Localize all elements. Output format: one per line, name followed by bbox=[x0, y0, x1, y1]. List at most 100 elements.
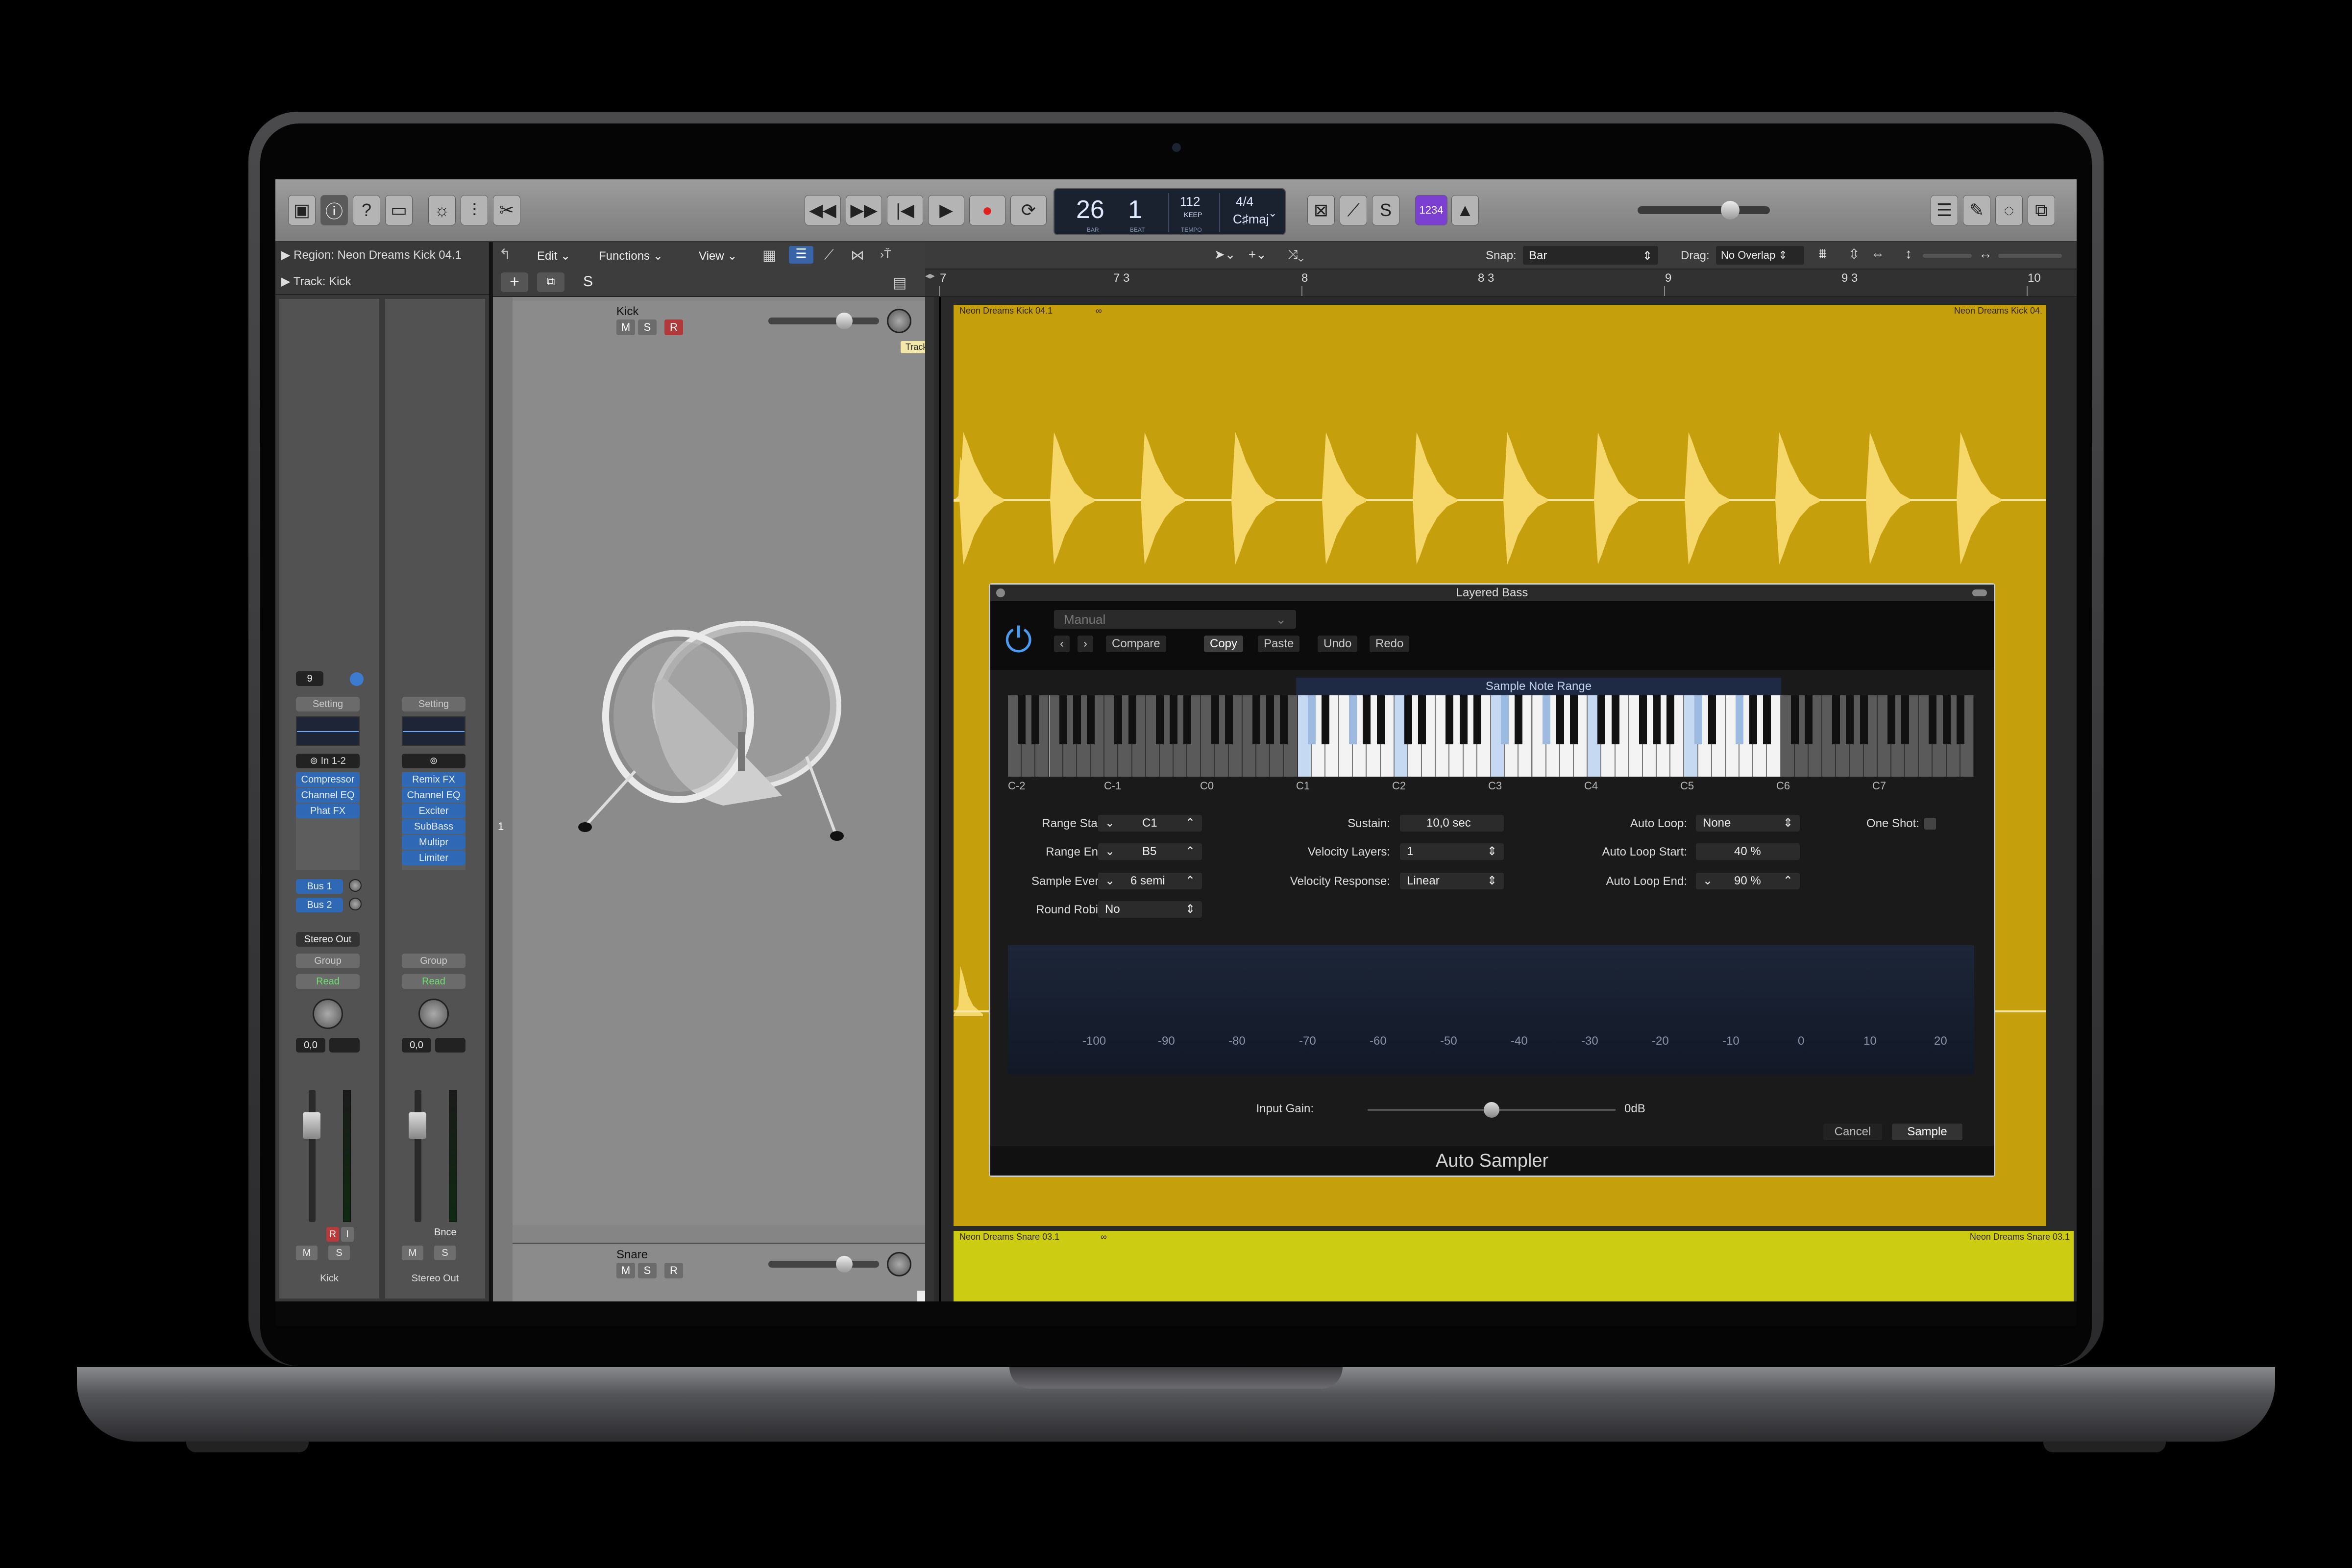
auto-loop-start-field[interactable]: 40 % bbox=[1696, 843, 1800, 860]
plugin-title-bar[interactable]: Layered Bass bbox=[990, 585, 1994, 601]
tuner-icon[interactable]: ⟋ bbox=[1340, 195, 1367, 225]
input-gain-thumb[interactable] bbox=[1484, 1102, 1499, 1118]
plugin-channel-eq[interactable]: Channel EQ bbox=[402, 788, 466, 803]
snap-tool-icon[interactable]: ⤨⌄ bbox=[1288, 247, 1304, 263]
black-key[interactable] bbox=[1321, 695, 1329, 744]
automation-mode[interactable]: Read bbox=[296, 974, 360, 989]
velocity-response-select[interactable]: Linear ⇕ bbox=[1400, 873, 1504, 889]
master-volume-thumb[interactable] bbox=[1721, 201, 1740, 220]
plugin-subbass[interactable]: SubBass bbox=[402, 819, 466, 834]
black-key[interactable] bbox=[1418, 695, 1426, 744]
loop-browser-icon[interactable]: ◌ bbox=[1995, 195, 2023, 225]
group-slot[interactable]: Group bbox=[402, 954, 466, 968]
black-key[interactable] bbox=[1846, 695, 1854, 744]
black-key[interactable] bbox=[1639, 695, 1647, 744]
black-key[interactable] bbox=[1114, 695, 1123, 744]
calendar-icon[interactable]: ▤ bbox=[893, 274, 906, 292]
horizontal-fit-icon[interactable]: ⇔ bbox=[1871, 246, 1885, 262]
quick-help-icon[interactable]: ? bbox=[353, 195, 380, 225]
black-key[interactable] bbox=[1128, 695, 1136, 744]
black-key[interactable] bbox=[1087, 695, 1095, 744]
link-window-icon[interactable] bbox=[1972, 589, 1987, 596]
preset-menu[interactable]: Manual ⌄ bbox=[1054, 610, 1296, 629]
black-key[interactable] bbox=[1211, 695, 1219, 744]
black-key[interactable] bbox=[1749, 695, 1758, 744]
input-monitor-button[interactable]: I bbox=[341, 1227, 354, 1242]
vertical-zoom-slider-icon[interactable]: ↕ bbox=[1905, 246, 1912, 262]
black-key[interactable] bbox=[1376, 695, 1385, 744]
master-volume-slider[interactable] bbox=[1638, 206, 1770, 214]
audio-region-snare[interactable]: Neon Dreams Snare 03.1 ∞ Neon Dreams Sna… bbox=[954, 1231, 2074, 1304]
volume-fader-cap[interactable] bbox=[409, 1112, 426, 1139]
black-key[interactable] bbox=[1459, 695, 1468, 744]
track-volume-slider[interactable] bbox=[768, 318, 879, 324]
black-key[interactable] bbox=[1708, 695, 1716, 744]
grid-view-icon[interactable]: ▦ bbox=[762, 247, 776, 264]
playhead[interactable] bbox=[939, 297, 941, 1301]
plugin-channel-eq[interactable]: Channel EQ bbox=[296, 788, 360, 803]
black-key[interactable] bbox=[1170, 695, 1178, 744]
track-solo-button[interactable]: S bbox=[638, 1263, 657, 1278]
compare-button[interactable]: Compare bbox=[1106, 636, 1166, 652]
mute-button[interactable]: M bbox=[296, 1246, 318, 1260]
cycle-icon[interactable]: ⟳ bbox=[1010, 195, 1047, 225]
setting-button[interactable]: Setting bbox=[296, 697, 360, 711]
black-key[interactable] bbox=[1307, 695, 1316, 744]
redo-button[interactable]: Redo bbox=[1370, 636, 1410, 652]
count-in-button[interactable]: 1234 bbox=[1415, 195, 1447, 225]
eq-thumbnail[interactable] bbox=[296, 716, 360, 746]
solo-button[interactable]: S bbox=[434, 1246, 456, 1260]
setting-button[interactable]: Setting bbox=[402, 697, 466, 711]
toolbar-icon[interactable]: ▭ bbox=[385, 195, 413, 225]
mixer-icon[interactable]: ⫶ bbox=[461, 195, 488, 225]
copy-button[interactable]: Copy bbox=[1204, 636, 1244, 652]
go-to-beginning-icon[interactable]: |◀ bbox=[887, 195, 923, 225]
add-track-button[interactable]: + bbox=[501, 272, 528, 292]
black-key[interactable] bbox=[1901, 695, 1910, 744]
track-pan-knob[interactable] bbox=[887, 309, 911, 333]
horizontal-zoom-icon[interactable]: ↔ bbox=[1979, 246, 1992, 262]
black-key[interactable] bbox=[1942, 695, 1951, 744]
solo-all-button[interactable]: S bbox=[574, 272, 602, 292]
replace-icon[interactable]: ⊠ bbox=[1307, 195, 1335, 225]
sample-note-range-bar[interactable]: Sample Note Range bbox=[1296, 678, 1781, 695]
duplicate-track-icon[interactable]: ⧉ bbox=[537, 272, 564, 292]
track-pan-knob[interactable] bbox=[887, 1252, 911, 1276]
metronome-icon[interactable]: ▲ bbox=[1451, 195, 1479, 225]
track-inspector-header[interactable]: ▶ Track: Kick bbox=[281, 274, 351, 289]
close-window-icon[interactable] bbox=[996, 588, 1005, 597]
black-key[interactable] bbox=[1929, 695, 1937, 744]
library-icon[interactable]: ▣ bbox=[288, 195, 316, 225]
edit-menu[interactable]: Edit ⌄ bbox=[537, 249, 570, 263]
input-slot[interactable]: ⊚ In 1-2 bbox=[296, 754, 360, 768]
track-mute-button[interactable]: M bbox=[616, 1263, 635, 1278]
black-key[interactable] bbox=[1349, 695, 1357, 744]
black-key[interactable] bbox=[1059, 695, 1067, 744]
black-key[interactable] bbox=[1694, 695, 1702, 744]
black-key[interactable] bbox=[1887, 695, 1895, 744]
bounce-button[interactable]: Bnce bbox=[434, 1227, 457, 1238]
link-icon[interactable]: ⊚ bbox=[402, 754, 466, 768]
smart-controls-icon[interactable]: ☼ bbox=[428, 195, 456, 225]
flex-icon[interactable]: ⋈ bbox=[851, 247, 864, 263]
region-inspector-header[interactable]: ▶ Region: Neon Dreams Kick 04.1 bbox=[281, 248, 462, 262]
black-key[interactable] bbox=[1542, 695, 1550, 744]
plugin-exciter[interactable]: Exciter bbox=[402, 804, 466, 818]
black-key[interactable] bbox=[1501, 695, 1509, 744]
next-preset-icon[interactable]: › bbox=[1078, 636, 1093, 652]
black-key[interactable] bbox=[1018, 695, 1026, 744]
mute-button[interactable]: M bbox=[402, 1246, 423, 1260]
automation-mode[interactable]: Read bbox=[402, 974, 466, 989]
track-record-button[interactable]: R bbox=[664, 319, 683, 335]
drag-select[interactable]: No Overlap ⇕ bbox=[1716, 246, 1804, 265]
track-header-kick[interactable]: Kick M S R Track 1 "Kick" bbox=[513, 301, 965, 1225]
rewind-icon[interactable]: ◀◀ bbox=[805, 195, 841, 225]
output-slot[interactable]: Stereo Out bbox=[296, 932, 360, 947]
black-key[interactable] bbox=[1832, 695, 1840, 744]
black-key[interactable] bbox=[1515, 695, 1523, 744]
power-icon[interactable]: ⏻ bbox=[1005, 623, 1032, 657]
black-key[interactable] bbox=[1790, 695, 1799, 744]
cancel-button[interactable]: Cancel bbox=[1823, 1124, 1882, 1140]
pointer-tool-icon[interactable]: ➤⌄ bbox=[1214, 247, 1236, 262]
automation-icon[interactable]: ⟋ bbox=[824, 247, 834, 263]
